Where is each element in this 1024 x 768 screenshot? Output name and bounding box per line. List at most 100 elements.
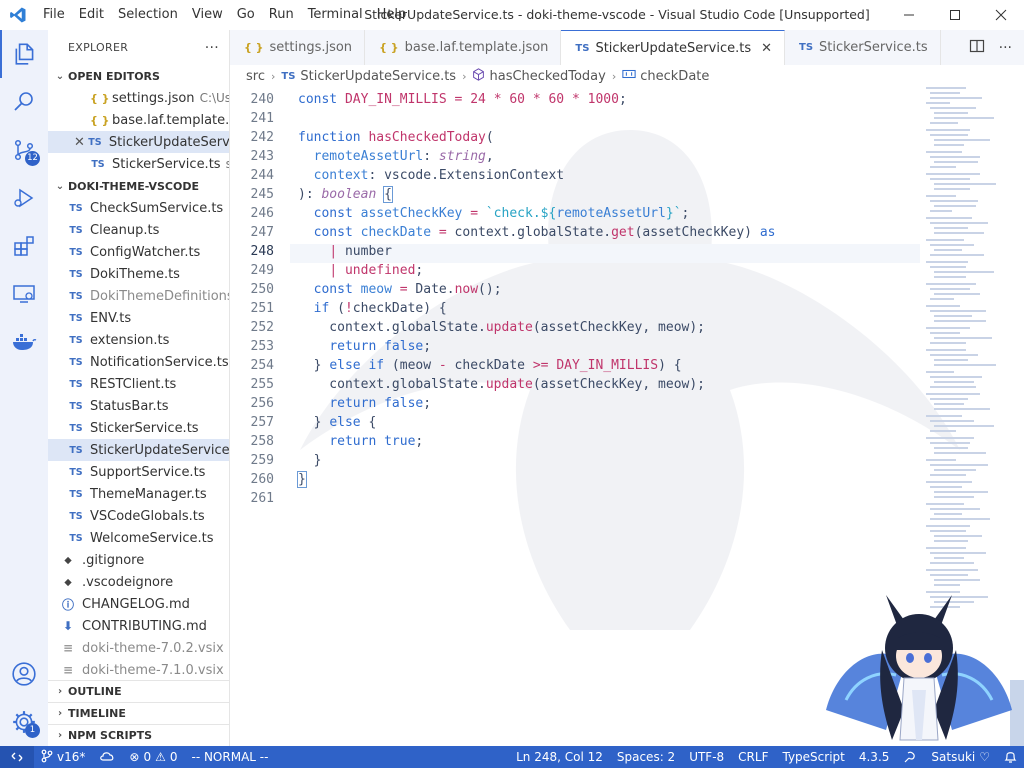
- breadcrumb-folder[interactable]: src: [246, 69, 265, 84]
- typescript-file-icon: TS: [69, 400, 83, 412]
- feedback-icon[interactable]: [896, 750, 924, 764]
- file-item[interactable]: TS extension.ts: [48, 329, 229, 351]
- open-editor-item[interactable]: TS StickerService.ts src: [48, 153, 229, 175]
- git-branch-status[interactable]: v16*: [34, 749, 92, 766]
- file-item[interactable]: TS ConfigWatcher.ts: [48, 241, 229, 263]
- menu-go[interactable]: Go: [230, 0, 262, 30]
- breadcrumb-file[interactable]: StickerUpdateService.ts: [300, 69, 456, 84]
- file-item[interactable]: TS StickerService.ts: [48, 417, 229, 439]
- tab-label: StickerService.ts: [819, 40, 928, 55]
- file-item[interactable]: TS SupportService.ts: [48, 461, 229, 483]
- close-window-button[interactable]: [978, 0, 1024, 30]
- remote-indicator-icon[interactable]: [0, 746, 34, 768]
- timeline-section[interactable]: › TIMELINE: [48, 702, 229, 724]
- file-item-selected[interactable]: TS StickerUpdateService.ts: [48, 439, 229, 461]
- npm-scripts-section[interactable]: › NPM SCRIPTS: [48, 724, 229, 746]
- file-item[interactable]: ◆ .gitignore: [48, 549, 229, 571]
- scm-badge: 12: [25, 151, 40, 166]
- vscode-logo-icon: [0, 0, 36, 30]
- open-editor-item[interactable]: { } settings.json C:\Us...: [48, 87, 229, 109]
- file-item[interactable]: TS ThemeManager.ts: [48, 483, 229, 505]
- close-editor-icon[interactable]: ✕: [74, 135, 85, 150]
- file-item[interactable]: ≡ doki-theme-7.0.2.vsix: [48, 637, 229, 659]
- file-item[interactable]: TS Cleanup.ts: [48, 219, 229, 241]
- explorer-more-actions-icon[interactable]: ···: [205, 40, 219, 56]
- run-debug-icon[interactable]: [0, 174, 48, 222]
- section-label: TIMELINE: [68, 707, 126, 720]
- typescript-file-icon: TS: [69, 444, 83, 456]
- code-line: if (!checkDate) {: [313, 301, 447, 316]
- file-item[interactable]: TS CheckSumService.ts: [48, 197, 229, 219]
- indentation-status[interactable]: Spaces: 2: [610, 750, 682, 764]
- split-editor-icon[interactable]: [969, 38, 985, 58]
- problems-status[interactable]: ⊗ 0 ⚠ 0: [122, 750, 184, 764]
- line-number: 244: [250, 168, 274, 183]
- info-file-icon: ⓘ: [61, 597, 74, 612]
- docker-icon[interactable]: [0, 318, 48, 366]
- menu-edit[interactable]: Edit: [72, 0, 111, 30]
- error-count: 0: [143, 750, 152, 764]
- file-item[interactable]: TS RESTClient.ts: [48, 373, 229, 395]
- breadcrumb-variable[interactable]: checkDate: [640, 69, 709, 84]
- extensions-icon[interactable]: [0, 222, 48, 270]
- code-line: }: [297, 471, 307, 488]
- accounts-icon[interactable]: [0, 650, 48, 698]
- file-item[interactable]: ◆ .vscodeignore: [48, 571, 229, 593]
- indentation-label: Spaces: 2: [616, 750, 676, 764]
- line-number: 260: [250, 472, 274, 487]
- theme-status[interactable]: Satsuki ♡: [924, 750, 997, 764]
- code-line: const DAY_IN_MILLIS = 24 * 60 * 60 * 100…: [298, 92, 627, 107]
- sync-status[interactable]: [92, 750, 122, 765]
- manage-gear-icon[interactable]: 1: [0, 698, 48, 746]
- encoding-status[interactable]: UTF-8: [682, 750, 731, 764]
- explorer-icon[interactable]: [0, 30, 48, 78]
- language-status[interactable]: TypeScript: [775, 750, 851, 764]
- file-item[interactable]: ⓘ CHANGELOG.md: [48, 593, 229, 615]
- more-actions-icon[interactable]: ···: [999, 40, 1012, 56]
- tab-sticker-update-service[interactable]: TS StickerUpdateService.ts ✕: [561, 30, 786, 65]
- ts-version-status[interactable]: 4.3.5: [852, 750, 897, 764]
- file-name: ConfigWatcher.ts: [90, 244, 201, 260]
- file-item[interactable]: ≡ doki-theme-7.1.0.vsix: [48, 659, 229, 681]
- file-name: doki-theme-7.1.0.vsix: [82, 662, 224, 678]
- notifications-bell-icon[interactable]: [997, 750, 1024, 764]
- menu-run[interactable]: Run: [262, 0, 301, 30]
- editor-actions: ···: [969, 30, 1024, 65]
- maximize-button[interactable]: [932, 0, 978, 30]
- cursor-position-status[interactable]: Ln 248, Col 12: [509, 750, 610, 764]
- file-item[interactable]: TS NotificationService.ts: [48, 351, 229, 373]
- close-tab-icon[interactable]: ✕: [761, 41, 772, 56]
- file-item[interactable]: TS WelcomeService.ts: [48, 527, 229, 549]
- file-item[interactable]: TS DokiTheme.ts: [48, 263, 229, 285]
- project-section[interactable]: ⌄ DOKI-THEME-VSCODE: [48, 175, 229, 197]
- theme-label: Satsuki: [931, 750, 976, 764]
- file-item[interactable]: TS ENV.ts: [48, 307, 229, 329]
- search-icon[interactable]: [0, 78, 48, 126]
- minimize-button[interactable]: [886, 0, 932, 30]
- source-control-icon[interactable]: 12: [0, 126, 48, 174]
- file-item[interactable]: TS VSCodeGlobals.ts: [48, 505, 229, 527]
- open-editor-item[interactable]: { } base.laf.template.j...: [48, 109, 229, 131]
- outline-section[interactable]: › OUTLINE: [48, 680, 229, 702]
- ts-version-label: 4.3.5: [858, 750, 890, 764]
- cube-symbol-icon: [472, 67, 485, 85]
- breadcrumb-function[interactable]: hasCheckedToday: [489, 69, 605, 84]
- file-item[interactable]: TS StatusBar.ts: [48, 395, 229, 417]
- remote-explorer-icon[interactable]: [0, 270, 48, 318]
- file-item[interactable]: TS DokiThemeDefinitions...: [48, 285, 229, 307]
- open-editor-item-active[interactable]: ✕ TS StickerUpdateServ...: [48, 131, 229, 153]
- menu-file[interactable]: File: [36, 0, 72, 30]
- menu-view[interactable]: View: [185, 0, 230, 30]
- tab-settings-json[interactable]: { } settings.json: [230, 30, 366, 65]
- typescript-file-icon: TS: [91, 158, 105, 170]
- line-number: 248: [250, 244, 274, 259]
- tab-base-laf-template[interactable]: { } base.laf.template.json: [365, 30, 562, 65]
- tab-sticker-service[interactable]: TS StickerService.ts: [785, 30, 941, 65]
- minimap[interactable]: [926, 87, 1002, 647]
- file-item[interactable]: ⬇ CONTRIBUTING.md: [48, 615, 229, 637]
- open-editors-section[interactable]: ⌄ OPEN EDITORS: [48, 65, 229, 87]
- menu-selection[interactable]: Selection: [111, 0, 185, 30]
- eol-status[interactable]: CRLF: [731, 750, 775, 764]
- file-name: CheckSumService.ts: [90, 200, 224, 216]
- typescript-file-icon: TS: [69, 422, 83, 434]
